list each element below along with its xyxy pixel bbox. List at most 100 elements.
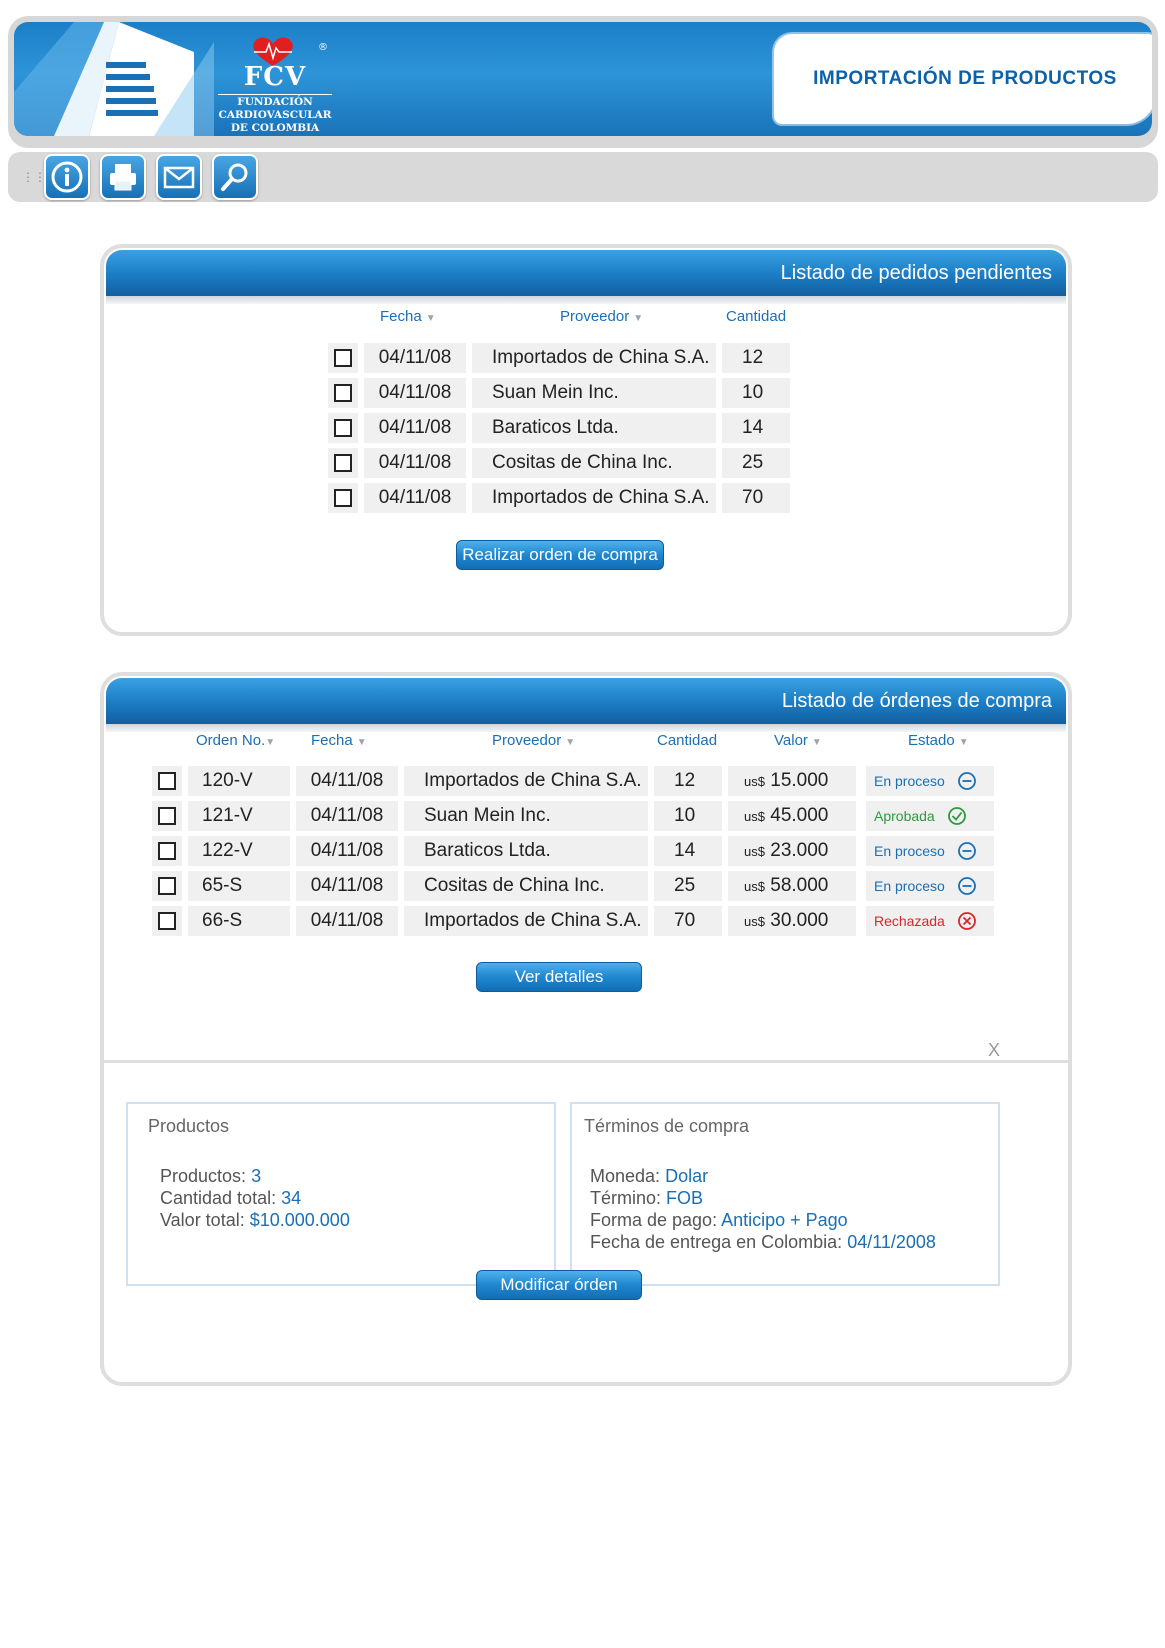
- col-proveedor[interactable]: Proveedor ▼: [492, 732, 575, 749]
- sort-arrow-icon: ▼: [265, 737, 276, 748]
- cell-proveedor: Importados de China S.A.: [404, 766, 648, 796]
- view-details-button[interactable]: Ver detalles: [476, 962, 642, 992]
- cell-cantidad: 70: [654, 906, 722, 936]
- orders-panel-title: Listado de órdenes de compra: [781, 689, 1052, 712]
- registered-mark: ®: [318, 42, 328, 53]
- row-checkbox[interactable]: [334, 454, 352, 472]
- row-checkbox[interactable]: [158, 877, 176, 895]
- col-proveedor[interactable]: Proveedor ▼: [560, 308, 643, 325]
- col-valor[interactable]: Valor ▼: [774, 732, 822, 749]
- col-cantidad[interactable]: Cantidad: [726, 308, 786, 325]
- row-checkbox[interactable]: [334, 489, 352, 507]
- rejected-x-icon: [957, 912, 976, 930]
- terms-line: Término: FOB: [590, 1188, 704, 1208]
- cell-proveedor: Importados de China S.A.: [404, 906, 648, 936]
- pending-panel-header: Listado de pedidos pendientes: [106, 250, 1066, 296]
- sort-arrow-icon: ▼: [356, 737, 367, 748]
- col-estado[interactable]: Estado ▼: [908, 732, 969, 749]
- cell-cantidad: 25: [722, 448, 790, 478]
- print-button[interactable]: [100, 154, 146, 200]
- pending-orders-panel: Listado de pedidos pendientes Fecha ▼ Pro…: [100, 244, 1072, 636]
- cell-estado: En proceso: [866, 766, 994, 796]
- row-checkbox[interactable]: [158, 772, 176, 790]
- logo-line-3: DE COLOMBIA: [230, 122, 320, 134]
- cell-cantidad: 14: [654, 836, 722, 866]
- row-checkbox[interactable]: [334, 349, 352, 367]
- cell-cantidad: 70: [722, 483, 790, 513]
- search-button[interactable]: [212, 154, 258, 200]
- cell-fecha: 04/11/08: [364, 343, 466, 373]
- search-icon: [221, 163, 248, 191]
- col-fecha[interactable]: Fecha ▼: [311, 732, 367, 749]
- cell-fecha: 04/11/08: [296, 836, 398, 866]
- logo-mark: FCV: [243, 62, 307, 92]
- cell-cantidad: 10: [654, 801, 722, 831]
- cell-fecha: 04/11/08: [296, 801, 398, 831]
- cell-proveedor: Baraticos Ltda.: [404, 836, 648, 866]
- fcv-logo: ® FCV FUNDACIÓN CARDIOVASCULAR DE COLOMB…: [210, 36, 340, 136]
- toolbar-grip[interactable]: ⋮⋮: [22, 171, 46, 183]
- row-checkbox[interactable]: [334, 419, 352, 437]
- mail-button[interactable]: [156, 154, 202, 200]
- page-title: IMPORTACIÓN DE PRODUCTOS: [813, 68, 1117, 89]
- status-label: Aprobada: [874, 808, 935, 824]
- cell-proveedor: Suan Mein Inc.: [404, 801, 648, 831]
- currency-label: us$: [744, 843, 765, 859]
- status-label: En proceso: [874, 878, 945, 894]
- sort-arrow-icon: ▼: [811, 737, 822, 748]
- cell-valor: us$ 58.000: [728, 871, 856, 901]
- terms-line: Fecha de entrega en Colombia: 04/11/2008: [590, 1232, 936, 1252]
- cell-estado: En proceso: [866, 836, 994, 866]
- purchase-terms-title: Términos de compra: [584, 1116, 750, 1136]
- cell-orden: 122-V: [188, 836, 290, 866]
- cell-fecha: 04/11/08: [364, 448, 466, 478]
- cell-fecha: 04/11/08: [296, 766, 398, 796]
- cell-orden: 121-V: [188, 801, 290, 831]
- status-label: En proceso: [874, 773, 945, 789]
- cell-cantidad: 12: [722, 343, 790, 373]
- info-icon: [51, 161, 83, 193]
- products-summary-title: Productos: [148, 1116, 230, 1136]
- sort-arrow-icon: ▼: [565, 737, 576, 748]
- summary-line: Productos: 3: [160, 1166, 262, 1186]
- currency-label: us$: [744, 773, 765, 789]
- cell-fecha: 04/11/08: [364, 378, 466, 408]
- row-checkbox[interactable]: [158, 807, 176, 825]
- pending-panel-title: Listado de pedidos pendientes: [780, 261, 1052, 284]
- cell-valor: us$ 23.000: [728, 836, 856, 866]
- row-checkbox[interactable]: [158, 842, 176, 860]
- cell-proveedor: Suan Mein Inc.: [472, 378, 716, 408]
- status-label: En proceso: [874, 843, 945, 859]
- col-cantidad[interactable]: Cantidad: [657, 732, 717, 749]
- col-fecha[interactable]: Fecha ▼: [380, 308, 436, 325]
- currency-label: us$: [744, 913, 765, 929]
- summary-line: Cantidad total: 34: [160, 1188, 302, 1208]
- products-summary-box: Productos Productos: 3 Cantidad total: 3…: [126, 1102, 556, 1286]
- close-details-button[interactable]: X: [988, 1040, 1000, 1061]
- logo-divider: [218, 94, 332, 95]
- info-button[interactable]: [44, 154, 90, 200]
- purchase-terms-box: Términos de compra Moneda: Dolar Término…: [570, 1102, 1000, 1286]
- cell-cantidad: 10: [722, 378, 790, 408]
- cell-estado: Rechazada: [866, 906, 994, 936]
- row-checkbox[interactable]: [158, 912, 176, 930]
- in-progress-icon: [957, 772, 976, 790]
- mail-icon: [163, 166, 195, 189]
- cell-proveedor: Cositas de China Inc.: [404, 871, 648, 901]
- cell-cantidad: 25: [654, 871, 722, 901]
- cell-fecha: 04/11/08: [364, 413, 466, 443]
- cell-proveedor: Cositas de China Inc.: [472, 448, 716, 478]
- col-orden[interactable]: Orden No.▼: [196, 732, 275, 749]
- cell-estado: Aprobada: [866, 801, 994, 831]
- create-purchase-order-button[interactable]: Realizar orden de compra: [456, 540, 664, 570]
- logo-line-1: FUNDACIÓN: [237, 96, 313, 108]
- summary-line: Valor total: $10.000.000: [160, 1210, 350, 1230]
- cell-fecha: 04/11/08: [296, 906, 398, 936]
- approved-check-icon: [947, 807, 966, 825]
- cell-cantidad: 12: [654, 766, 722, 796]
- row-checkbox[interactable]: [334, 384, 352, 402]
- modify-order-button[interactable]: Modificar órden: [476, 1270, 642, 1300]
- cell-estado: En proceso: [866, 871, 994, 901]
- building-illustration: [14, 22, 214, 136]
- currency-label: us$: [744, 878, 765, 894]
